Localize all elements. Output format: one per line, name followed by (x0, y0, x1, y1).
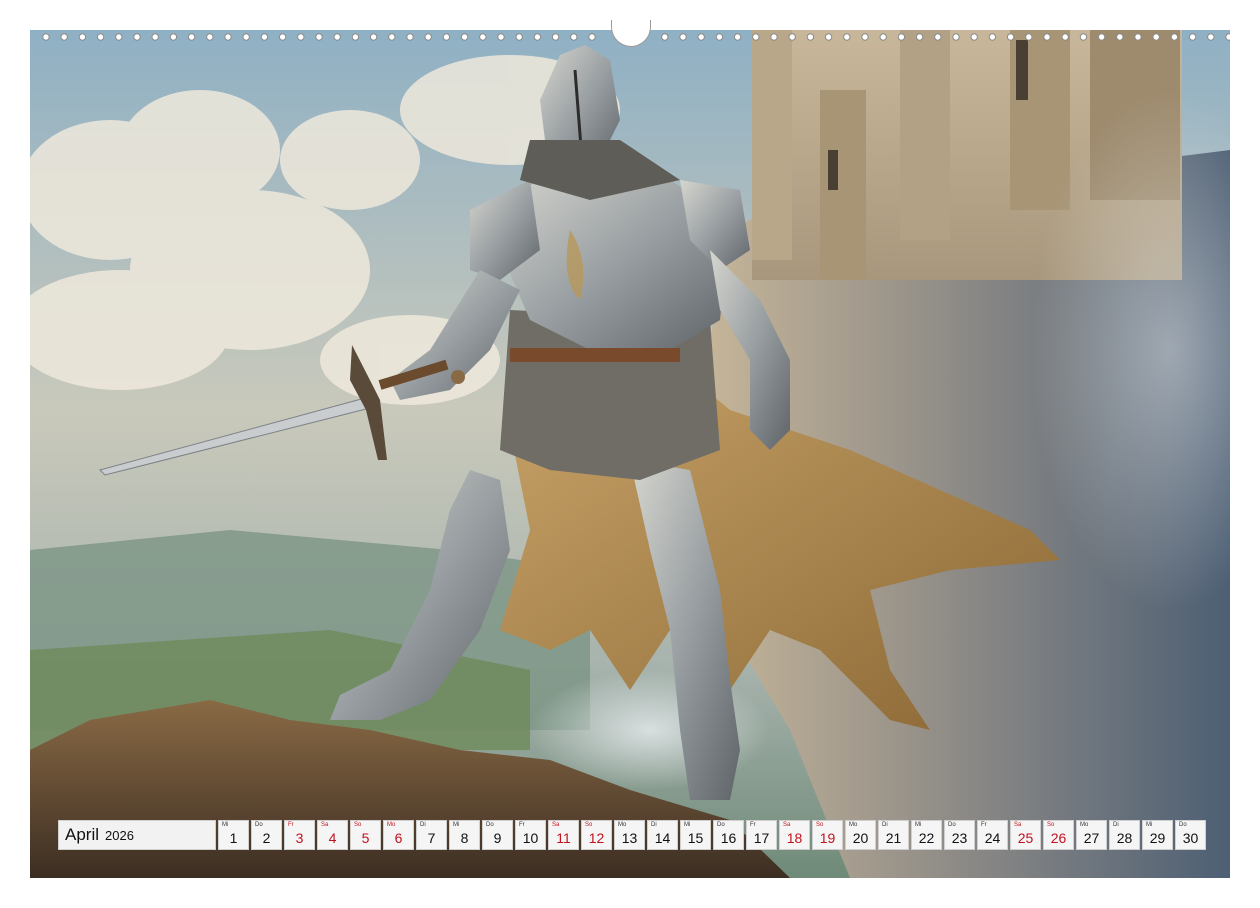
day-number: 8 (460, 830, 469, 846)
day-number: 15 (687, 830, 704, 846)
day-cell: Mi 29 (1142, 820, 1173, 850)
day-cell: Do 23 (944, 820, 975, 850)
weekday-label: Di (651, 822, 657, 828)
day-number: 22 (918, 830, 935, 846)
weekday-label: Sa (552, 822, 560, 828)
weekday-label: Mo (618, 822, 627, 828)
day-number: 21 (885, 830, 902, 846)
weekday-label: Mo (387, 822, 396, 828)
day-cell: So 26 (1043, 820, 1074, 850)
weekday-label: Do (717, 822, 725, 828)
weekday-label: So (816, 822, 824, 828)
day-cell: Sa 25 (1010, 820, 1041, 850)
day-cell: Fr 3 (284, 820, 315, 850)
day-cell: Do 30 (1175, 820, 1206, 850)
weekday-label: Mi (684, 822, 691, 828)
knight-artwork-photo (30, 30, 1230, 878)
weekday-label: Mo (849, 822, 858, 828)
day-number: 28 (1116, 830, 1133, 846)
belt (510, 348, 680, 362)
month-name: April (65, 825, 100, 844)
day-number: 25 (1017, 830, 1034, 846)
day-cell: Sa 4 (317, 820, 348, 850)
day-cell: Mi 8 (449, 820, 480, 850)
day-cell: Fr 17 (746, 820, 777, 850)
day-cell: Di 21 (878, 820, 909, 850)
weekday-label: So (354, 822, 362, 828)
day-number: 26 (1050, 830, 1067, 846)
day-cell: So 12 (581, 820, 612, 850)
weekday-label: Fr (288, 822, 294, 828)
day-number: 11 (556, 830, 571, 846)
day-cell: So 19 (812, 820, 843, 850)
weekday-label: Do (1179, 822, 1187, 828)
weekday-label: Mi (915, 822, 922, 828)
day-number: 29 (1149, 830, 1166, 846)
weekday-label: Di (882, 822, 888, 828)
weekday-label: So (1047, 822, 1055, 828)
weekday-label: So (585, 822, 593, 828)
day-number: 30 (1182, 830, 1199, 846)
day-number: 10 (522, 830, 539, 846)
day-cell: Di 14 (647, 820, 678, 850)
day-number: 16 (720, 830, 737, 846)
day-number: 17 (753, 830, 770, 846)
day-cell: So 5 (350, 820, 381, 850)
day-cell: Di 7 (416, 820, 447, 850)
calendar-strip: April 2026 Mi 1 Do 2 Fr 3 Sa 4 So 5 Mo 6 Di 7 Mi 8 Do 9 Fr… (58, 820, 1206, 850)
day-number: 14 (654, 830, 671, 846)
day-number: 18 (786, 830, 803, 846)
day-number: 5 (361, 830, 370, 846)
day-cell: Mi 15 (680, 820, 711, 850)
day-cell: Sa 11 (548, 820, 579, 850)
day-cell: Mi 1 (218, 820, 249, 850)
day-number: 23 (951, 830, 968, 846)
weekday-label: Sa (321, 822, 329, 828)
weekday-label: Do (486, 822, 494, 828)
weekday-label: Mi (1146, 822, 1153, 828)
day-cell: Do 2 (251, 820, 282, 850)
month-label-cell: April 2026 (58, 820, 216, 850)
weekday-label: Mi (222, 822, 229, 828)
day-cell: Mo 27 (1076, 820, 1107, 850)
day-number: 1 (229, 830, 238, 846)
day-cell: Fr 10 (515, 820, 546, 850)
weekday-label: Mo (1080, 822, 1089, 828)
day-number: 19 (819, 830, 836, 846)
day-number: 3 (295, 830, 304, 846)
day-cell: Sa 18 (779, 820, 810, 850)
weekday-label: Do (255, 822, 263, 828)
day-cell: Do 9 (482, 820, 513, 850)
day-cell: Di 28 (1109, 820, 1140, 850)
weekday-label: Di (420, 822, 426, 828)
day-number: 6 (394, 830, 403, 846)
day-cell: Mo 20 (845, 820, 876, 850)
day-cell: Do 16 (713, 820, 744, 850)
day-number: 24 (984, 830, 1001, 846)
day-number: 2 (262, 830, 271, 846)
weekday-label: Fr (519, 822, 525, 828)
weekday-label: Sa (1014, 822, 1022, 828)
weekday-label: Di (1113, 822, 1119, 828)
weekday-label: Fr (750, 822, 756, 828)
weekday-label: Fr (981, 822, 987, 828)
day-number: 12 (588, 830, 605, 846)
day-number: 9 (493, 830, 502, 846)
day-cell: Mo 6 (383, 820, 414, 850)
weekday-label: Sa (783, 822, 791, 828)
sword-pommel (451, 370, 465, 384)
day-number: 27 (1083, 830, 1100, 846)
day-number: 20 (852, 830, 869, 846)
day-cell: Mo 13 (614, 820, 645, 850)
day-cell: Fr 24 (977, 820, 1008, 850)
day-cell: Mi 22 (911, 820, 942, 850)
weekday-label: Mi (453, 822, 460, 828)
weekday-label: Do (948, 822, 956, 828)
year: 2026 (105, 827, 134, 843)
day-number: 7 (427, 830, 436, 846)
day-number: 4 (328, 830, 337, 846)
day-number: 13 (621, 830, 638, 846)
